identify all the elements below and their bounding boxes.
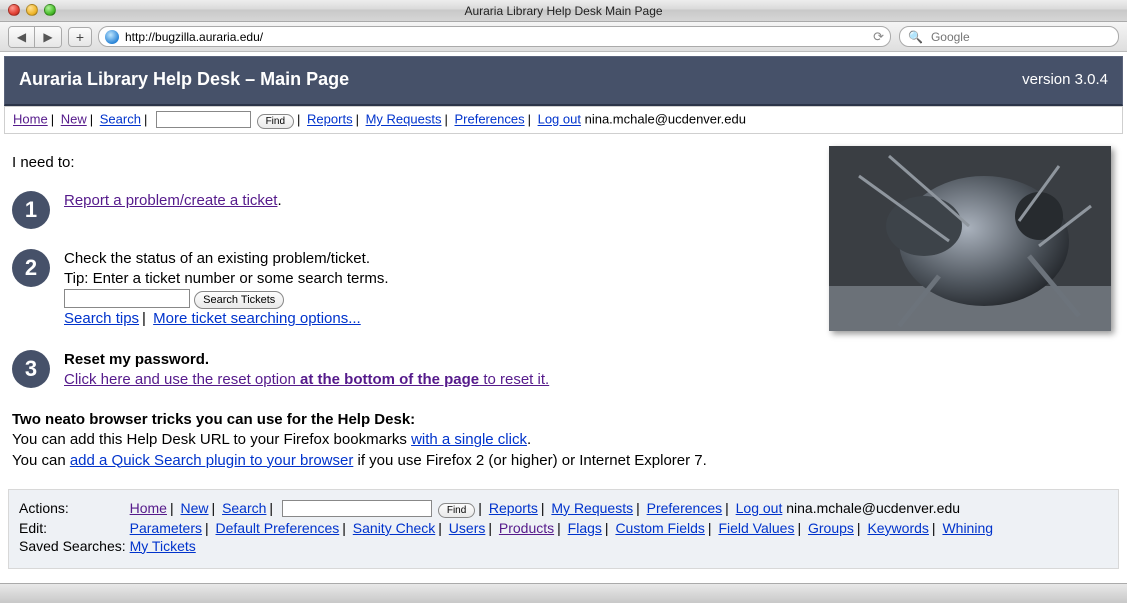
opt2-line1: Check the status of an existing problem/… [64, 250, 370, 267]
trick1-pre: You can add this Help Desk URL to your F… [12, 431, 411, 448]
f-users[interactable]: Users [449, 520, 486, 536]
step-badge-3: 3 [12, 350, 50, 388]
f-my-requests[interactable]: My Requests [551, 500, 633, 516]
page-title: Auraria Library Help Desk – Main Page [19, 69, 349, 90]
nav-button-group: ◀ ▶ [8, 26, 62, 48]
f-logout[interactable]: Log out [736, 500, 783, 516]
f-search[interactable]: Search [222, 500, 266, 516]
mac-titlebar: Auraria Library Help Desk Main Page [0, 0, 1127, 22]
f-preferences[interactable]: Preferences [647, 500, 722, 516]
f-parameters[interactable]: Parameters [130, 520, 202, 536]
step-badge-2: 2 [12, 249, 50, 287]
version-label: version 3.0.4 [1022, 71, 1108, 88]
f-flags[interactable]: Flags [568, 520, 602, 536]
f-custom-fields[interactable]: Custom Fields [615, 520, 704, 536]
nav-reports[interactable]: Reports [307, 112, 353, 127]
footer-actions-label: Actions: [19, 500, 128, 520]
browser-search[interactable]: 🔍 [899, 26, 1119, 47]
footer-edit-label: Edit: [19, 520, 128, 538]
f-field-values[interactable]: Field Values [718, 520, 794, 536]
nav-user-email: nina.mchale@ucdenver.edu [585, 112, 746, 127]
f-groups[interactable]: Groups [808, 520, 854, 536]
nav-search[interactable]: Search [100, 112, 141, 127]
reset-password-link[interactable]: Click here and use the reset option at t… [64, 371, 549, 388]
report-problem-link[interactable]: Report a problem/create a ticket [64, 192, 277, 209]
footer-edit: Parameters| Default Preferences| Sanity … [128, 520, 993, 538]
footer-actions: Home| New| Search| Find| Reports| My Req… [128, 500, 993, 520]
minimize-window-button[interactable] [26, 4, 38, 16]
f-user-email: nina.mchale@ucdenver.edu [786, 500, 960, 516]
option-3: 3 Reset my password. Click here and use … [12, 350, 1115, 391]
f-home[interactable]: Home [130, 500, 167, 516]
browser-tricks: Two neato browser tricks you can use for… [12, 410, 1115, 471]
nav-quicksearch-input[interactable] [156, 111, 251, 128]
new-tab-button[interactable]: + [68, 27, 92, 47]
f-keywords[interactable]: Keywords [867, 520, 928, 536]
browser-search-input[interactable] [929, 29, 1110, 45]
tricks-heading: Two neato browser tricks you can use for… [12, 411, 415, 428]
top-nav: Home| New| Search| Find| Reports| My Req… [4, 106, 1123, 134]
search-tickets-button[interactable]: Search Tickets [194, 291, 284, 309]
footer: Actions: Home| New| Search| Find| Report… [8, 489, 1119, 569]
f-reports[interactable]: Reports [489, 500, 538, 516]
f-whining[interactable]: Whining [942, 520, 993, 536]
nav-find-button[interactable]: Find [257, 114, 294, 129]
footer-find-button[interactable]: Find [438, 503, 475, 518]
option-1: 1 Report a problem/create a ticket. [12, 191, 817, 229]
opt2-line2: Tip: Enter a ticket number or some searc… [64, 270, 389, 287]
option-2: 2 Check the status of an existing proble… [12, 249, 817, 330]
footer-saved-label: Saved Searches: [19, 538, 128, 556]
step-badge-1: 1 [12, 191, 50, 229]
site-favicon-icon [105, 30, 119, 44]
browser-status-strip [0, 583, 1127, 603]
search-tips-link[interactable]: Search tips [64, 310, 139, 327]
browser-toolbar: ◀ ▶ + http://bugzilla.auraria.edu/ ⟳ 🔍 [0, 22, 1127, 52]
zoom-window-button[interactable] [44, 4, 56, 16]
address-bar[interactable]: http://bugzilla.auraria.edu/ ⟳ [98, 26, 891, 47]
url-text: http://bugzilla.auraria.edu/ [125, 30, 863, 44]
nav-new[interactable]: New [61, 112, 87, 127]
quicksearch-plugin-link[interactable]: add a Quick Search plugin to your browse… [70, 452, 353, 469]
trick2-pre: You can [12, 452, 70, 469]
window-title: Auraria Library Help Desk Main Page [464, 4, 662, 18]
footer-saved: My Tickets [128, 538, 993, 556]
traffic-lights [8, 4, 56, 16]
more-search-options-link[interactable]: More ticket searching options... [153, 310, 361, 327]
bookmark-link[interactable]: with a single click [411, 431, 527, 448]
f-default-prefs[interactable]: Default Preferences [216, 520, 340, 536]
footer-quicksearch-input[interactable] [282, 500, 432, 517]
page-header: Auraria Library Help Desk – Main Page ve… [4, 56, 1123, 106]
f-sanity[interactable]: Sanity Check [353, 520, 435, 536]
nav-home[interactable]: Home [13, 112, 48, 127]
f-new[interactable]: New [181, 500, 209, 516]
close-window-button[interactable] [8, 4, 20, 16]
f-products[interactable]: Products [499, 520, 554, 536]
back-button[interactable]: ◀ [9, 27, 35, 47]
nav-logout[interactable]: Log out [538, 112, 581, 127]
forward-button[interactable]: ▶ [35, 27, 61, 47]
ant-image [829, 146, 1111, 331]
nav-my-requests[interactable]: My Requests [366, 112, 442, 127]
trick2-post: if you use Firefox 2 (or higher) or Inte… [353, 452, 707, 469]
nav-preferences[interactable]: Preferences [454, 112, 524, 127]
reset-password-heading: Reset my password. [64, 351, 209, 368]
reload-icon[interactable]: ⟳ [873, 29, 884, 45]
search-icon: 🔍 [908, 30, 923, 44]
ticket-search-input[interactable] [64, 289, 190, 308]
f-my-tickets[interactable]: My Tickets [130, 538, 196, 554]
